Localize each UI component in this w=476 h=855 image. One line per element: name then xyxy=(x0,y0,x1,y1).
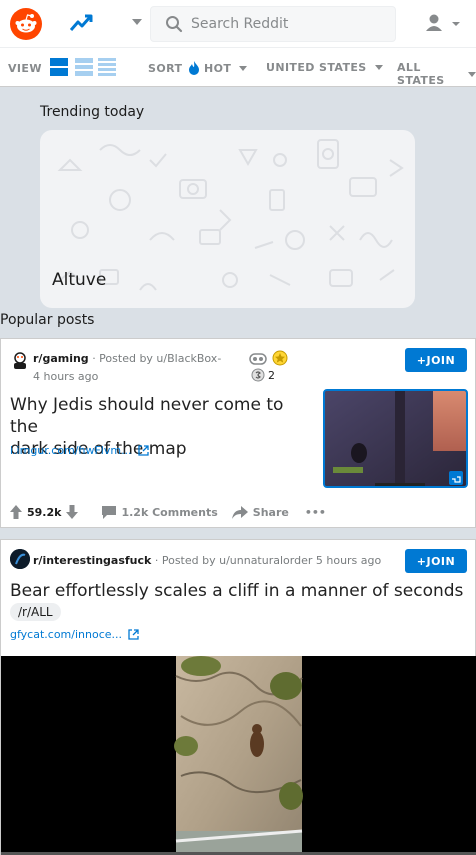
card-view-icon[interactable] xyxy=(50,58,68,76)
post-card[interactable]: r/gaming · Posted by u/BlackBox- 4 hours… xyxy=(0,338,476,528)
trending-icon[interactable] xyxy=(69,13,94,33)
chevron-down-icon xyxy=(468,71,476,77)
view-label: VIEW xyxy=(8,62,42,75)
popular-heading: Popular posts xyxy=(0,312,95,328)
share-label: Share xyxy=(252,505,289,519)
post-title-line: Why Jedis should never come to the xyxy=(10,395,284,437)
reddit-logo-icon[interactable] xyxy=(10,8,42,40)
subreddit-icon xyxy=(10,350,30,370)
post-actions: 59.2k 1.2k Comments Share ••• xyxy=(10,505,326,519)
post-meta: r/gaming · Posted by u/BlackBox- xyxy=(33,352,221,365)
join-button[interactable]: +JOIN xyxy=(405,549,467,573)
post-time: 4 hours ago xyxy=(33,370,99,383)
posted-by[interactable]: · Posted by u/BlackBox- xyxy=(92,352,221,365)
upvote-icon[interactable] xyxy=(10,505,22,519)
join-button[interactable]: +JOIN xyxy=(405,348,467,372)
post-card[interactable]: r/interestingasfuck · Posted by u/unnatu… xyxy=(0,539,476,855)
subreddit-link[interactable]: r/interestingasfuck xyxy=(33,554,151,567)
comments-label: 1.2k Comments xyxy=(121,505,218,519)
post-link-text: i.imgur.com/hwFlvm... xyxy=(10,444,132,457)
trending-heading: Trending today xyxy=(40,104,145,120)
comment-icon xyxy=(102,505,117,519)
top-header: Search Reddit xyxy=(0,0,476,48)
trending-card-title: Altuve xyxy=(52,270,107,290)
award-count: 2 xyxy=(268,368,275,382)
chevron-down-icon xyxy=(239,65,248,71)
region-value: UNITED STATES xyxy=(266,61,367,74)
view-sort-bar: VIEW SORT HOT UNITED STATES ALL STATES xyxy=(0,48,476,87)
share-button[interactable]: Share xyxy=(231,505,289,519)
post-title[interactable]: Bear effortlessly scales a cliff in a ma… xyxy=(10,580,470,602)
trending-card[interactable]: Altuve xyxy=(40,130,415,308)
state-value: ALL STATES xyxy=(397,61,445,87)
search-input[interactable]: Search Reddit xyxy=(150,6,396,42)
sort-value: HOT xyxy=(204,61,232,75)
post-link[interactable]: i.imgur.com/hwFlvm... xyxy=(10,444,149,457)
user-menu-button[interactable] xyxy=(422,12,462,36)
search-icon xyxy=(166,16,183,33)
chevron-down-icon xyxy=(374,65,383,70)
post-flair[interactable]: /r/ALL xyxy=(10,603,61,621)
classic-view-icon[interactable] xyxy=(75,58,93,76)
external-link-icon xyxy=(128,629,139,640)
downvote-icon[interactable] xyxy=(66,505,79,519)
sort-hot-dropdown[interactable]: HOT xyxy=(188,61,248,75)
region-dropdown[interactable]: UNITED STATES xyxy=(266,61,383,74)
post-thumbnail[interactable] xyxy=(323,389,468,488)
vote-group: 59.2k xyxy=(10,505,79,519)
subreddit-icon xyxy=(10,549,30,569)
chevron-down-icon[interactable] xyxy=(132,19,142,25)
comments-button[interactable]: 1.2k Comments xyxy=(102,505,218,519)
compact-view-icon[interactable] xyxy=(98,58,116,76)
silver-award-icon xyxy=(251,368,265,382)
external-link-icon xyxy=(137,445,149,456)
post-meta: r/interestingasfuck · Posted by u/unnatu… xyxy=(33,554,381,567)
sort-label: SORT xyxy=(148,62,183,75)
more-options-icon[interactable]: ••• xyxy=(305,506,326,519)
vote-count: 59.2k xyxy=(27,505,62,519)
subreddit-link[interactable]: r/gaming xyxy=(33,352,89,365)
post-link-text: gfycat.com/innoce... xyxy=(10,628,123,641)
share-icon xyxy=(231,505,248,519)
search-placeholder: Search Reddit xyxy=(191,16,289,32)
state-dropdown[interactable]: ALL STATES xyxy=(397,61,476,87)
video-player[interactable] xyxy=(1,656,476,855)
award-count-group: 2 xyxy=(251,368,275,382)
post-link[interactable]: gfycat.com/innoce... xyxy=(10,628,139,641)
flame-icon xyxy=(189,61,199,75)
posted-by[interactable]: · Posted by u/unnaturalorder 5 hours ago xyxy=(155,554,381,567)
